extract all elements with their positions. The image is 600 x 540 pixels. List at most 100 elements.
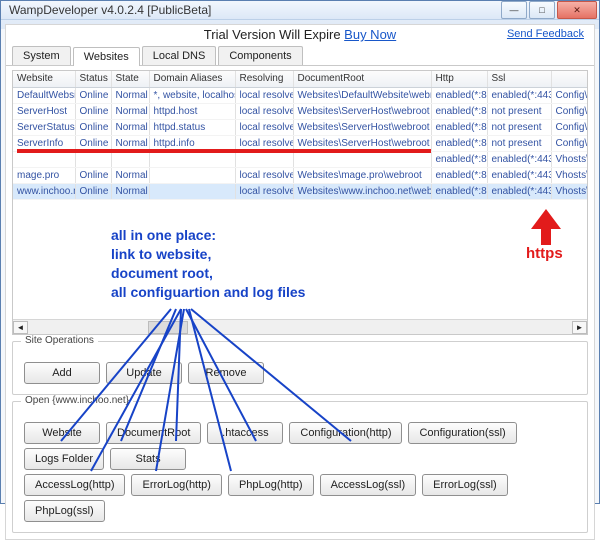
col-extra[interactable] [551,71,587,87]
table-cell: Online [75,119,111,135]
col-documentroot[interactable]: DocumentRoot [293,71,431,87]
scroll-right-icon[interactable]: ► [572,321,587,334]
buy-now-link[interactable]: Buy Now [344,27,396,42]
table-header-row: Website Status State Domain Aliases Reso… [13,71,587,87]
logs-folder-button[interactable]: Logs Folder [24,448,104,470]
table-cell: enabled(*:443) [487,167,551,183]
table-row[interactable]: DefaultWebsiteOnlineNormal*, website, lo… [13,87,587,103]
window-title: WampDeveloper v4.0.2.4 [PublicBeta] [9,3,211,17]
table-cell: Websites\ServerHost\webroot [293,135,431,151]
table-cell: Online [75,183,111,199]
tab-websites-page: Website Status State Domain Aliases Reso… [6,66,594,539]
add-button[interactable]: Add [24,362,100,384]
table-cell: Websites\ServerHost\webroot [293,119,431,135]
table-row[interactable]: mage.proOnlineNormallocal resolveWebsite… [13,167,587,183]
open-legend: Open {www.inchoo.net} [21,395,133,406]
accesslog-http-button[interactable]: AccessLog(http) [24,474,125,496]
update-button[interactable]: Update [106,362,182,384]
table-row[interactable]: www.inchoo.netOnlineNormallocal resolveW… [13,183,587,199]
trial-text: Trial Version Will Expire [204,27,344,42]
col-state[interactable]: State [111,71,149,87]
close-button[interactable]: ✕ [557,1,597,19]
errorlog-http-button[interactable]: ErrorLog(http) [131,474,221,496]
accesslog-ssl-button[interactable]: AccessLog(ssl) [320,474,417,496]
htaccess-button[interactable]: .htaccess [207,422,283,444]
table-cell: not present [487,135,551,151]
table-row[interactable]: ServerInfoOnlineNormalhttpd.infolocal re… [13,135,587,151]
table-cell: Vhosts\ [551,167,587,183]
scroll-thumb[interactable] [148,321,188,334]
table-cell: Websites\mage.pro\webroot [293,167,431,183]
table-cell: ServerInfo [13,135,75,151]
tabstrip: System Websites Local DNS Components [6,46,594,66]
open-row2: AccessLog(http) ErrorLog(http) PhpLog(ht… [21,472,579,524]
errorlog-ssl-button[interactable]: ErrorLog(ssl) [422,474,508,496]
table-cell: Normal [111,167,149,183]
config-http-button[interactable]: Configuration(http) [289,422,402,444]
trial-banner: Trial Version Will Expire Buy Now Send F… [6,25,594,46]
table-cell: local resolve [235,103,293,119]
table-cell: Websites\www.inchoo.net\webroo [293,183,431,199]
col-resolving[interactable]: Resolving [235,71,293,87]
scroll-left-icon[interactable]: ◄ [13,321,28,334]
window-buttons: — □ ✕ [501,1,597,19]
phplog-http-button[interactable]: PhpLog(http) [228,474,314,496]
table-cell: Vhosts\ [551,151,587,167]
table-cell: enabled(*:443) [487,87,551,103]
website-button[interactable]: Website [24,422,100,444]
table-cell [149,151,235,167]
table-cell: enabled(*:80) [431,183,487,199]
col-status[interactable]: Status [75,71,111,87]
col-domain-aliases[interactable]: Domain Aliases [149,71,235,87]
config-ssl-button[interactable]: Configuration(ssl) [408,422,516,444]
table-cell: Config\ [551,135,587,151]
table-cell [149,167,235,183]
table-cell: Normal [111,103,149,119]
table-row[interactable]: ServerStatusOnlineNormalhttpd.statusloca… [13,119,587,135]
minimize-button[interactable]: — [501,1,527,19]
table-row[interactable]: ServerHostOnlineNormalhttpd.hostlocal re… [13,103,587,119]
table-cell [293,151,431,167]
table-cell: enabled(*:80) [431,167,487,183]
maximize-button[interactable]: □ [529,1,555,19]
table-cell: Online [75,167,111,183]
scroll-track[interactable] [28,321,572,334]
remove-button[interactable]: Remove [188,362,264,384]
open-group: Open {www.inchoo.net} Website DocumentRo… [12,401,588,533]
table-cell: Config\ [551,103,587,119]
col-http[interactable]: Http [431,71,487,87]
table-cell: Online [75,135,111,151]
table-row[interactable]: enabled(*:80)enabled(*:443)Vhosts\ [13,151,587,167]
table-cell: www.inchoo.net [13,183,75,199]
stats-button[interactable]: Stats [110,448,186,470]
table-cell: enabled(*:80) [431,103,487,119]
table-cell: ServerHost [13,103,75,119]
table-cell [235,151,293,167]
send-feedback-link[interactable]: Send Feedback [507,28,584,40]
site-operations-group: Site Operations Add Update Remove [12,341,588,395]
table-cell: enabled(*:443) [487,183,551,199]
tab-system[interactable]: System [12,46,71,65]
websites-table[interactable]: Website Status State Domain Aliases Reso… [13,71,588,200]
horizontal-scrollbar[interactable]: ◄ ► [13,319,587,334]
table-cell: local resolve [235,135,293,151]
tab-websites[interactable]: Websites [73,47,140,66]
table-cell: local resolve [235,87,293,103]
col-website[interactable]: Website [13,71,75,87]
phplog-ssl-button[interactable]: PhpLog(ssl) [24,500,105,522]
websites-table-wrap: Website Status State Domain Aliases Reso… [12,70,588,335]
table-cell: httpd.info [149,135,235,151]
table-cell: not present [487,103,551,119]
tab-local-dns[interactable]: Local DNS [142,46,217,65]
site-ops-buttons: Add Update Remove [21,360,579,386]
documentroot-button[interactable]: DocumentRoot [106,422,201,444]
table-cell: *, website, localhost [149,87,235,103]
window-frame: WampDeveloper v4.0.2.4 [PublicBeta] — □ … [0,0,600,504]
table-cell: Normal [111,119,149,135]
table-cell: Normal [111,183,149,199]
tab-components[interactable]: Components [218,46,302,65]
table-cell: Websites\ServerHost\webroot [293,103,431,119]
col-ssl[interactable]: Ssl [487,71,551,87]
table-cell [149,183,235,199]
table-cell [111,151,149,167]
